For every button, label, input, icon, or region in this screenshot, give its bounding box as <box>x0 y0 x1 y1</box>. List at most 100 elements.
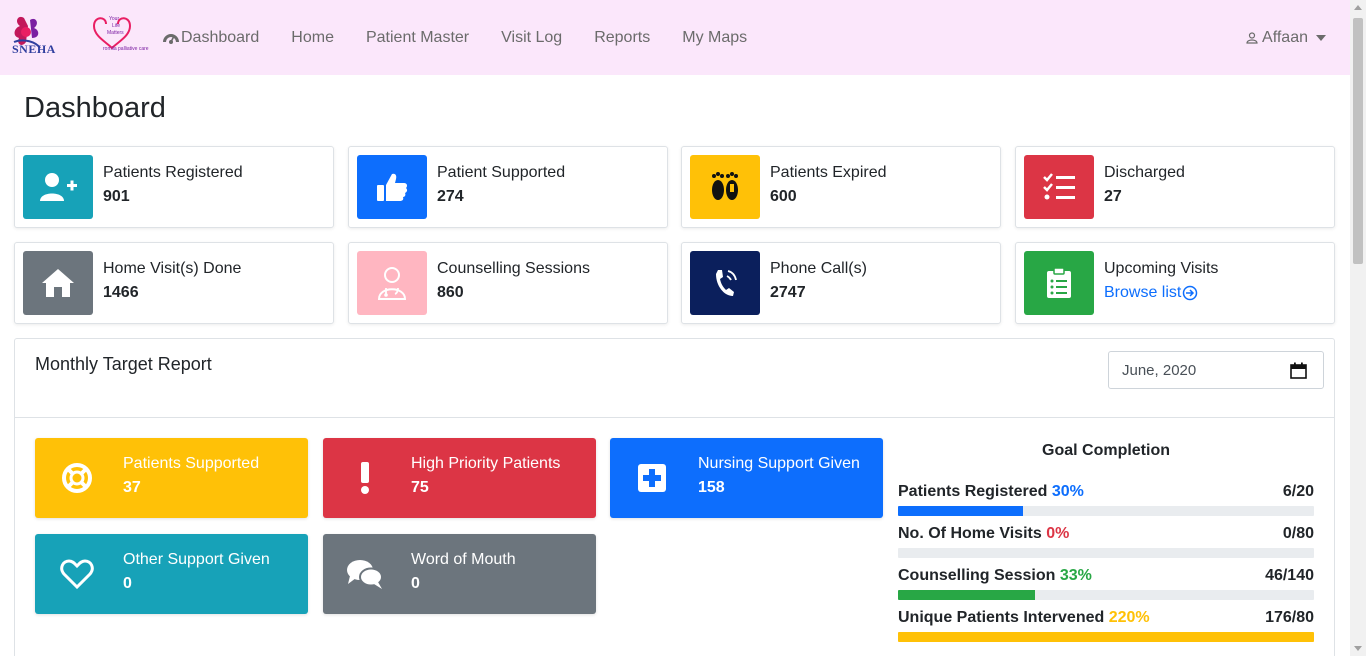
goal-progress-fill <box>898 590 1036 600</box>
stat-icon-box <box>23 155 93 219</box>
month-value: June, 2020 <box>1122 361 1197 379</box>
stat-card-counselling-sessions[interactable]: Counselling Sessions 860 <box>348 242 668 324</box>
scroll-thumb[interactable] <box>1353 18 1363 264</box>
stat-icon-box <box>1024 155 1094 219</box>
nav-my-maps[interactable]: My Maps <box>682 29 747 47</box>
goal-progress-track <box>898 548 1314 558</box>
stat-card-upcoming-visits[interactable]: Upcoming Visits Browse list <box>1015 242 1335 324</box>
goal-count: 6/20 <box>1282 483 1314 500</box>
stat-label: Home Visit(s) Done <box>103 260 242 277</box>
goal-count: 176/80 <box>1265 609 1314 626</box>
brand-name: SNEHA <box>12 42 56 56</box>
nav-dashboard-label: Dashboard <box>181 28 260 46</box>
info-box-value: 0 <box>411 575 420 592</box>
stat-value: 600 <box>770 188 797 205</box>
user-menu-dropdown[interactable]: Affaan <box>1246 0 1326 75</box>
goal-row: No. Of Home Visits 0% 0/80 <box>898 525 1314 558</box>
stat-icon-box <box>23 251 93 315</box>
nav-visit-log-label: Visit Log <box>501 28 563 46</box>
stat-icon-box <box>357 251 427 315</box>
brand2-sub: romila palliative care <box>103 46 149 52</box>
stat-card-discharged[interactable]: Discharged 27 <box>1015 146 1335 228</box>
phone-icon <box>716 270 737 296</box>
info-box-label: Nursing Support Given <box>698 455 860 472</box>
caret-down-icon <box>1316 34 1326 41</box>
goal-progress-fill <box>898 506 1023 516</box>
goal-label: Counselling Session <box>898 567 1056 584</box>
monthly-target-panel: Monthly Target Report June, 2020 Patient… <box>14 338 1335 656</box>
info-box-value: 75 <box>411 479 429 496</box>
info-box-other-support[interactable]: Other Support Given 0 <box>35 534 308 614</box>
nav-patient-master[interactable]: Patient Master <box>366 29 469 47</box>
stat-value: 901 <box>103 188 130 205</box>
panel-header: Monthly Target Report June, 2020 <box>15 339 1334 418</box>
checklist-icon <box>1043 173 1075 200</box>
stat-label: Patients Registered <box>103 164 243 181</box>
goal-progress-track <box>898 632 1314 642</box>
stat-card-patients-registered[interactable]: Patients Registered 901 <box>14 146 334 228</box>
info-box-nursing-support[interactable]: Nursing Support Given 158 <box>610 438 883 518</box>
nav-home[interactable]: Home <box>291 29 334 47</box>
user-icon <box>1246 31 1258 44</box>
brand-logo[interactable]: romila palliative care SNEHA Your Life M… <box>10 12 150 62</box>
stat-label: Patients Expired <box>770 164 887 181</box>
plus-square-icon <box>638 464 666 492</box>
stat-value: 27 <box>1104 188 1122 205</box>
stat-value: 1466 <box>103 284 139 301</box>
stat-icon-box <box>690 155 760 219</box>
stat-value: 860 <box>437 284 464 301</box>
month-picker-input[interactable]: June, 2020 <box>1108 351 1324 389</box>
nav-dashboard[interactable]: Dashboard <box>162 29 259 47</box>
info-box-value: 37 <box>123 479 141 496</box>
speedometer-icon <box>163 33 179 44</box>
info-box-label: Other Support Given <box>123 551 270 568</box>
goal-completion-title: Goal Completion <box>1042 442 1170 459</box>
goal-progress-track <box>898 590 1314 600</box>
goal-percent: 0% <box>1046 525 1070 542</box>
browse-list-link[interactable]: Browse list <box>1104 284 1198 302</box>
goal-row: Patients Registered 30% 6/20 <box>898 483 1314 516</box>
user-plus-icon <box>40 173 77 201</box>
browse-list-label: Browse list <box>1104 284 1182 301</box>
goal-count: 0/80 <box>1282 525 1314 542</box>
doctor-icon <box>377 267 407 300</box>
nav-visit-log[interactable]: Visit Log <box>501 29 562 47</box>
stat-label: Counselling Sessions <box>437 260 590 277</box>
goal-progress-fill <box>898 632 1314 642</box>
info-box-word-of-mouth[interactable]: Word of Mouth 0 <box>323 534 596 614</box>
calendar-icon[interactable] <box>1290 362 1307 379</box>
goal-label: Patients Registered <box>898 483 1048 500</box>
goal-label: No. Of Home Visits <box>898 525 1042 542</box>
goal-row: Counselling Session 33% 46/140 <box>898 567 1314 600</box>
stat-card-patient-supported[interactable]: Patient Supported 274 <box>348 146 668 228</box>
comments-icon <box>347 560 383 589</box>
exclamation-icon <box>361 462 369 494</box>
info-box-high-priority[interactable]: High Priority Patients 75 <box>323 438 596 518</box>
info-box-value: 158 <box>698 479 725 496</box>
goal-percent: 30% <box>1051 483 1084 500</box>
info-box-patients-supported[interactable]: Patients Supported 37 <box>35 438 308 518</box>
heart-icon <box>60 559 94 589</box>
stat-icon-box <box>1024 251 1094 315</box>
brand2-line1: Your <box>109 16 120 22</box>
stat-value: 2747 <box>770 284 806 301</box>
nav-reports-label: Reports <box>594 28 651 46</box>
page-title: Dashboard <box>24 92 166 124</box>
info-box-label: Patients Supported <box>123 455 260 472</box>
nav-patient-master-label: Patient Master <box>365 28 470 46</box>
clipboard-icon <box>1047 267 1071 298</box>
panel-title: Monthly Target Report <box>35 354 212 374</box>
stat-card-phone-calls[interactable]: Phone Call(s) 2747 <box>681 242 1001 324</box>
stat-value: 274 <box>437 188 464 205</box>
main-nav: Dashboard Home Patient Master Visit Log … <box>162 0 779 75</box>
goal-progress-track <box>898 506 1314 516</box>
scroll-up-icon[interactable] <box>1354 5 1362 10</box>
stat-label: Patient Supported <box>437 164 566 181</box>
page-scrollbar[interactable] <box>1350 0 1366 656</box>
stat-card-patients-expired[interactable]: Patients Expired 600 <box>681 146 1001 228</box>
nav-reports[interactable]: Reports <box>594 29 650 47</box>
scroll-down-icon[interactable] <box>1354 646 1362 651</box>
stat-card-home-visits[interactable]: Home Visit(s) Done 1466 <box>14 242 334 324</box>
goal-percent: 220% <box>1108 609 1150 626</box>
stat-icon-box <box>357 155 427 219</box>
